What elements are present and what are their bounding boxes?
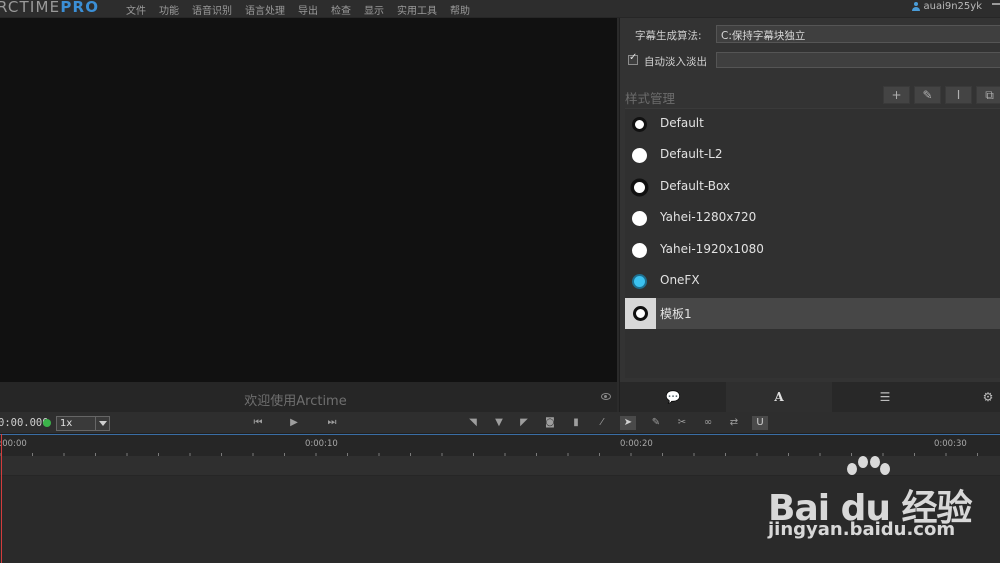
video-footer: 欢迎使用Arctime xyxy=(0,382,617,412)
style-preview-icon xyxy=(632,274,647,289)
ruler-label: 0:00:10 xyxy=(305,439,338,449)
style-list: Default Default-L2 Default-Box Yahei-1280x7… xyxy=(625,108,1000,378)
style-preview-icon xyxy=(632,211,647,226)
speed-value: 1x xyxy=(60,418,73,429)
playhead[interactable] xyxy=(1,434,2,563)
tab-font-styles[interactable]: A xyxy=(726,382,832,412)
ruler-label: 0:00:30 xyxy=(934,439,967,449)
menu-item[interactable]: 语音识别 xyxy=(190,2,243,17)
swap-icon[interactable]: ⇄ xyxy=(726,416,742,430)
app-logo: RCTIMEPRO xyxy=(0,0,100,16)
copy-style-button[interactable]: ⧉ xyxy=(976,86,1000,104)
mark-down-icon[interactable]: ▼ xyxy=(491,416,507,430)
add-style-button[interactable]: + xyxy=(883,86,910,104)
bookmark-icon[interactable]: ▮ xyxy=(568,416,584,430)
menu-item[interactable]: 功能 xyxy=(157,2,190,17)
gear-icon[interactable]: ⚙ xyxy=(975,382,1000,412)
right-panel: 字幕生成算法: C:保持字幕块独立 自动淡入淡出 样式管理 + ✎ I ⧉ De… xyxy=(619,18,1000,412)
tab-list[interactable]: ☰ xyxy=(832,382,938,412)
style-name: Default-Box xyxy=(660,179,731,193)
video-preview[interactable] xyxy=(0,18,617,382)
timeline-ruler[interactable]: 0:00:00 0:00:10 0:00:20 0:00:30 xyxy=(0,434,1000,457)
watermark: Bai du 经验 jingyan.baidu.com xyxy=(764,455,1000,563)
user-name: auai9n25yk xyxy=(923,1,982,12)
menu-item[interactable]: 实用工具 xyxy=(395,2,448,17)
style-preview-icon xyxy=(632,148,647,163)
text-style-button[interactable]: I xyxy=(945,86,972,104)
speed-select[interactable]: 1x xyxy=(56,416,110,431)
menu-item[interactable]: 文件 xyxy=(124,2,157,17)
fade-checkbox[interactable] xyxy=(628,52,638,65)
status-dot-icon xyxy=(43,419,51,427)
play-icon[interactable]: ▶ xyxy=(286,416,302,430)
chevron-down-icon xyxy=(95,417,109,430)
fade-label: 自动淡入淡出 xyxy=(644,56,707,68)
algo-select[interactable]: C:保持字幕块独立 xyxy=(716,25,1000,43)
panel-tabs: 💬 A ☰ ⚙ xyxy=(620,382,1000,412)
minimize-button[interactable] xyxy=(992,3,1000,5)
style-preview-icon xyxy=(632,243,647,258)
edit-icon[interactable]: ✎ xyxy=(648,416,664,430)
scissors-icon[interactable]: ✂ xyxy=(674,416,690,430)
watermark-url: jingyan.baidu.com xyxy=(768,519,956,540)
style-name: Yahei-1920x1080 xyxy=(660,242,764,256)
style-preview-icon xyxy=(632,180,647,195)
tab-subtitles[interactable]: 💬 xyxy=(620,382,726,412)
ruler-label: 0:00:00 xyxy=(0,439,27,449)
menu-item[interactable]: 语言处理 xyxy=(243,2,296,17)
camera-icon[interactable]: ◙ xyxy=(542,416,558,430)
ruler-label: 0:00:20 xyxy=(620,439,653,449)
style-item[interactable]: Yahei-1280x720 xyxy=(625,203,1000,234)
cursor-icon[interactable]: ➤ xyxy=(620,416,636,430)
timecode: 0:00.000 xyxy=(0,417,49,429)
menu-items: 文件 功能 语音识别 语言处理 导出 检查 显示 实用工具 帮助 xyxy=(124,2,481,17)
style-name: OneFX xyxy=(660,273,700,287)
link-icon[interactable]: ∞ xyxy=(700,416,716,430)
style-item[interactable]: OneFX xyxy=(625,266,1000,297)
style-item[interactable]: Default-Box xyxy=(625,172,1000,203)
style-preview-icon xyxy=(633,306,648,321)
user-icon xyxy=(912,2,921,11)
edit-style-button[interactable]: ✎ xyxy=(914,86,941,104)
menu-item[interactable]: 显示 xyxy=(362,2,395,17)
eye-icon[interactable] xyxy=(601,393,611,400)
style-item[interactable]: 模板1 xyxy=(625,298,1000,329)
algo-label: 字幕生成算法: xyxy=(635,30,702,42)
mark-in-icon[interactable]: ◥ xyxy=(465,416,481,430)
fade-input[interactable] xyxy=(716,52,1000,68)
style-name: Default xyxy=(660,116,704,130)
style-title: 样式管理 xyxy=(625,91,676,106)
style-name: Default-L2 xyxy=(660,147,723,161)
welcome-text: 欢迎使用Arctime xyxy=(244,394,347,409)
brush-icon[interactable]: ⁄ xyxy=(594,416,610,430)
style-item[interactable]: Default xyxy=(625,109,1000,140)
next-frame-icon[interactable]: ⏭ xyxy=(324,416,340,430)
mark-out-icon[interactable]: ◤ xyxy=(516,416,532,430)
style-header: 样式管理 + ✎ I ⧉ xyxy=(620,84,1000,108)
menu-item[interactable]: 检查 xyxy=(329,2,362,17)
prev-frame-icon[interactable]: ⏮ xyxy=(250,416,266,430)
magnet-icon[interactable]: U xyxy=(752,416,768,430)
user-account[interactable]: auai9n25yk xyxy=(912,1,982,12)
style-name: Yahei-1280x720 xyxy=(660,210,757,224)
style-item[interactable]: Yahei-1920x1080 xyxy=(625,235,1000,266)
style-name: 模板1 xyxy=(660,307,692,321)
menu-bar: RCTIMEPRO 文件 功能 语音识别 语言处理 导出 检查 显示 实用工具 帮助 auai9… xyxy=(0,0,1000,18)
style-item[interactable]: Default-L2 xyxy=(625,140,1000,171)
timeline-toolbar: 0:00.000 1x ⏮ ▶ ⏭ ◥ ▼ ◤ ◙ ▮ ⁄ ➤ ✎ ✂ ∞ ⇄ … xyxy=(0,412,1000,434)
menu-item[interactable]: 导出 xyxy=(296,2,329,17)
style-preview-icon xyxy=(632,117,647,132)
menu-item[interactable]: 帮助 xyxy=(448,2,481,17)
